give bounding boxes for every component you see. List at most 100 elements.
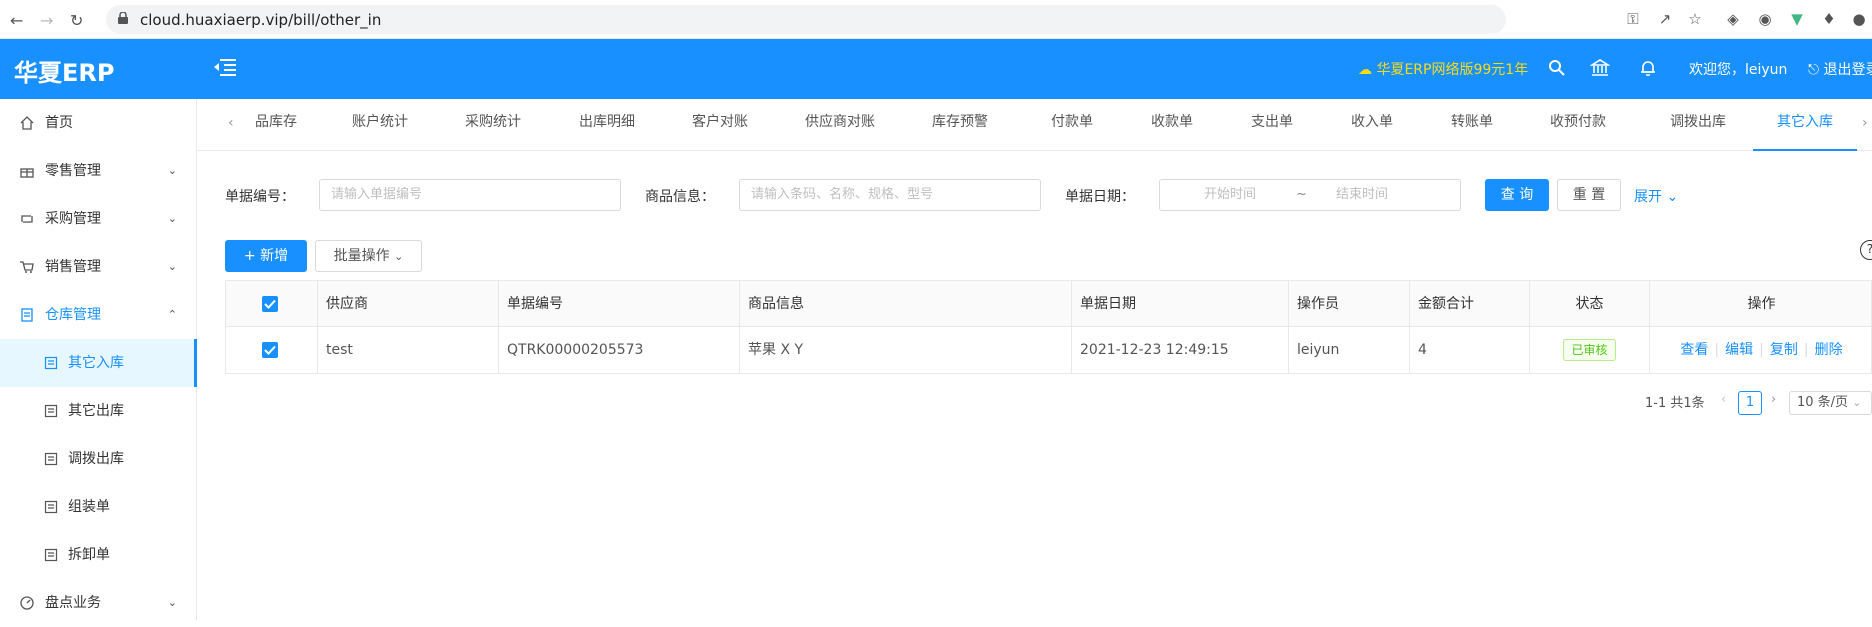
vue-icon[interactable]: ▼ <box>1788 10 1806 28</box>
profile-icon <box>44 356 58 370</box>
sidebar-item-label: 销售管理 <box>45 259 101 275</box>
amount-cell: 4 <box>1409 327 1529 373</box>
chevron-down-icon: ⌄ <box>167 260 177 273</box>
key-icon[interactable]: ⚿ <box>1624 10 1642 28</box>
profile-icon <box>44 404 58 418</box>
sidebar-item-warehouse[interactable]: 仓库管理 ⌃ <box>0 291 197 339</box>
bell-icon[interactable] <box>1638 58 1658 78</box>
column-header[interactable]: 供应商 <box>317 281 498 327</box>
chevron-left-icon[interactable]: ‹ <box>228 115 234 131</box>
sidebar-item-purchase[interactable]: 采购管理 ⌄ <box>0 195 197 243</box>
tab-item[interactable]: 出库明细 <box>567 99 647 151</box>
page-item-current[interactable]: 1 <box>1738 391 1762 415</box>
help-icon[interactable]: ? <box>1860 240 1872 260</box>
sidebar-item-disassemble[interactable]: 拆卸单 <box>0 531 197 579</box>
prev-page-icon[interactable]: ‹ <box>1721 392 1726 407</box>
tab-item[interactable]: 转账单 <box>1442 99 1502 151</box>
sidebar-item-transfer-out[interactable]: 调拨出库 <box>0 435 197 483</box>
divider: | <box>1759 342 1764 358</box>
profile-icon <box>44 500 58 514</box>
column-header[interactable]: 单据编号 <box>498 281 739 327</box>
reset-button[interactable]: 重 置 <box>1557 179 1621 211</box>
next-page-icon[interactable]: › <box>1771 392 1776 407</box>
tab-item[interactable]: 采购统计 <box>453 99 533 151</box>
supplier-cell: test <box>317 327 498 373</box>
tab-item[interactable]: 付款单 <box>1042 99 1102 151</box>
tab-item[interactable]: 供应商对账 <box>796 99 884 151</box>
tab-item[interactable]: 库存预警 <box>920 99 1000 151</box>
profile-icon <box>44 452 58 466</box>
bank-icon[interactable] <box>1590 58 1610 78</box>
retweet-icon <box>21 215 33 223</box>
profile-icon[interactable]: ● <box>1850 10 1868 28</box>
status-badge: 已审核 <box>1563 339 1616 361</box>
copy-link[interactable]: 复制 <box>1770 342 1798 358</box>
status-cell: 已审核 <box>1529 327 1649 373</box>
check-icon <box>264 299 276 309</box>
sidebar-item-home[interactable]: 首页 <box>0 99 197 147</box>
sidebar-item-other-in[interactable]: 其它入库 <box>0 339 197 387</box>
extension-icon[interactable]: ◈ <box>1724 10 1742 28</box>
batch-dropdown[interactable]: 批量操作 ⌄ <box>315 240 422 272</box>
actions-cell: 查看 | 编辑 | 复制 | 删除 <box>1649 327 1872 373</box>
select-all-checkbox[interactable] <box>262 296 278 312</box>
goods-cell: 苹果 X Y <box>739 327 1071 373</box>
add-label: 新增 <box>260 248 289 264</box>
date-start-input[interactable]: 开始时间 <box>1204 180 1256 210</box>
reload-icon[interactable]: ↻ <box>70 11 83 30</box>
logout-button[interactable]: ⎋ 退出登录 <box>1808 59 1872 79</box>
sidebar-item-retail[interactable]: 零售管理 ⌄ <box>0 147 197 195</box>
tab-item[interactable]: 收入单 <box>1342 99 1402 151</box>
tab-item[interactable]: 收预付款 <box>1538 99 1618 151</box>
row-checkbox[interactable] <box>262 342 278 358</box>
tab-item-active[interactable]: 其它入库 <box>1753 99 1857 151</box>
goods-input[interactable]: 请输入条码、名称、规格、型号 <box>739 179 1041 211</box>
expand-link[interactable]: 展开 ⌄ <box>1634 186 1678 206</box>
edit-link[interactable]: 编辑 <box>1725 342 1753 358</box>
sidebar-item-assemble[interactable]: 组装单 <box>0 483 197 531</box>
logout-icon: ⎋ <box>1808 62 1820 78</box>
back-icon[interactable]: ← <box>10 11 23 30</box>
bill-no-label: 单据编号： <box>225 189 295 205</box>
tab-item[interactable]: 调拨出库 <box>1658 99 1738 151</box>
forward-icon[interactable]: → <box>40 11 53 30</box>
sidebar-item-label: 仓库管理 <box>45 307 101 323</box>
puzzle-icon[interactable]: ♦ <box>1820 10 1838 28</box>
add-button[interactable]: + 新增 <box>225 240 307 272</box>
extension-icon[interactable]: ◉ <box>1756 10 1774 28</box>
table-row[interactable]: test QTRK00000205573 苹果 X Y 2021-12-23 1… <box>225 327 1872 374</box>
column-header[interactable]: 单据日期 <box>1071 281 1288 327</box>
page-size-select[interactable]: 10 条/页 ⌄ <box>1789 391 1872 415</box>
sidebar-item-sales[interactable]: 销售管理 ⌄ <box>0 243 197 291</box>
address-bar[interactable]: cloud.huaxiaerp.vip/bill/other_in <box>106 5 1506 34</box>
welcome-text: 欢迎您，leiyun <box>1689 62 1788 78</box>
column-header[interactable]: 状态 <box>1529 281 1649 327</box>
tab-item[interactable]: 收款单 <box>1142 99 1202 151</box>
delete-link[interactable]: 删除 <box>1815 342 1843 358</box>
share-icon[interactable]: ↗ <box>1656 10 1674 28</box>
query-button[interactable]: 查 询 <box>1485 179 1549 211</box>
search-icon[interactable] <box>1547 58 1567 78</box>
column-header[interactable]: 操作员 <box>1288 281 1409 327</box>
sidebar: 首页 零售管理 ⌄ 采购管理 ⌄ 销售管理 ⌄ 仓库管理 ⌃ 其它入库 其它出库… <box>0 99 197 620</box>
star-icon[interactable]: ☆ <box>1686 10 1704 28</box>
chevron-up-icon: ⌃ <box>167 308 177 321</box>
bill-no-input[interactable]: 请输入单据编号 <box>319 179 621 211</box>
tab-item[interactable]: 品库存 <box>246 99 306 151</box>
promo-link[interactable]: ☁ 华夏ERP网络版99元1年 <box>1358 59 1528 79</box>
chevron-right-icon[interactable]: › <box>1862 115 1868 131</box>
menu-fold-icon[interactable] <box>214 57 236 77</box>
pagination-summary: 1-1 共1条 <box>1645 396 1705 411</box>
tab-item[interactable]: 客户对账 <box>680 99 760 151</box>
tab-item[interactable]: 账户统计 <box>340 99 420 151</box>
column-header[interactable]: 金额合计 <box>1409 281 1529 327</box>
date-end-input[interactable]: 结束时间 <box>1336 180 1388 210</box>
sidebar-item-label: 组装单 <box>68 499 110 515</box>
date-range-picker[interactable]: 开始时间 ~ 结束时间 <box>1159 179 1461 211</box>
view-link[interactable]: 查看 <box>1680 342 1708 358</box>
sidebar-item-label: 采购管理 <box>45 211 101 227</box>
column-header[interactable]: 商品信息 <box>739 281 1071 327</box>
page-size-label: 10 条/页 <box>1797 395 1849 410</box>
sidebar-item-other-out[interactable]: 其它出库 <box>0 387 197 435</box>
tab-item[interactable]: 支出单 <box>1242 99 1302 151</box>
